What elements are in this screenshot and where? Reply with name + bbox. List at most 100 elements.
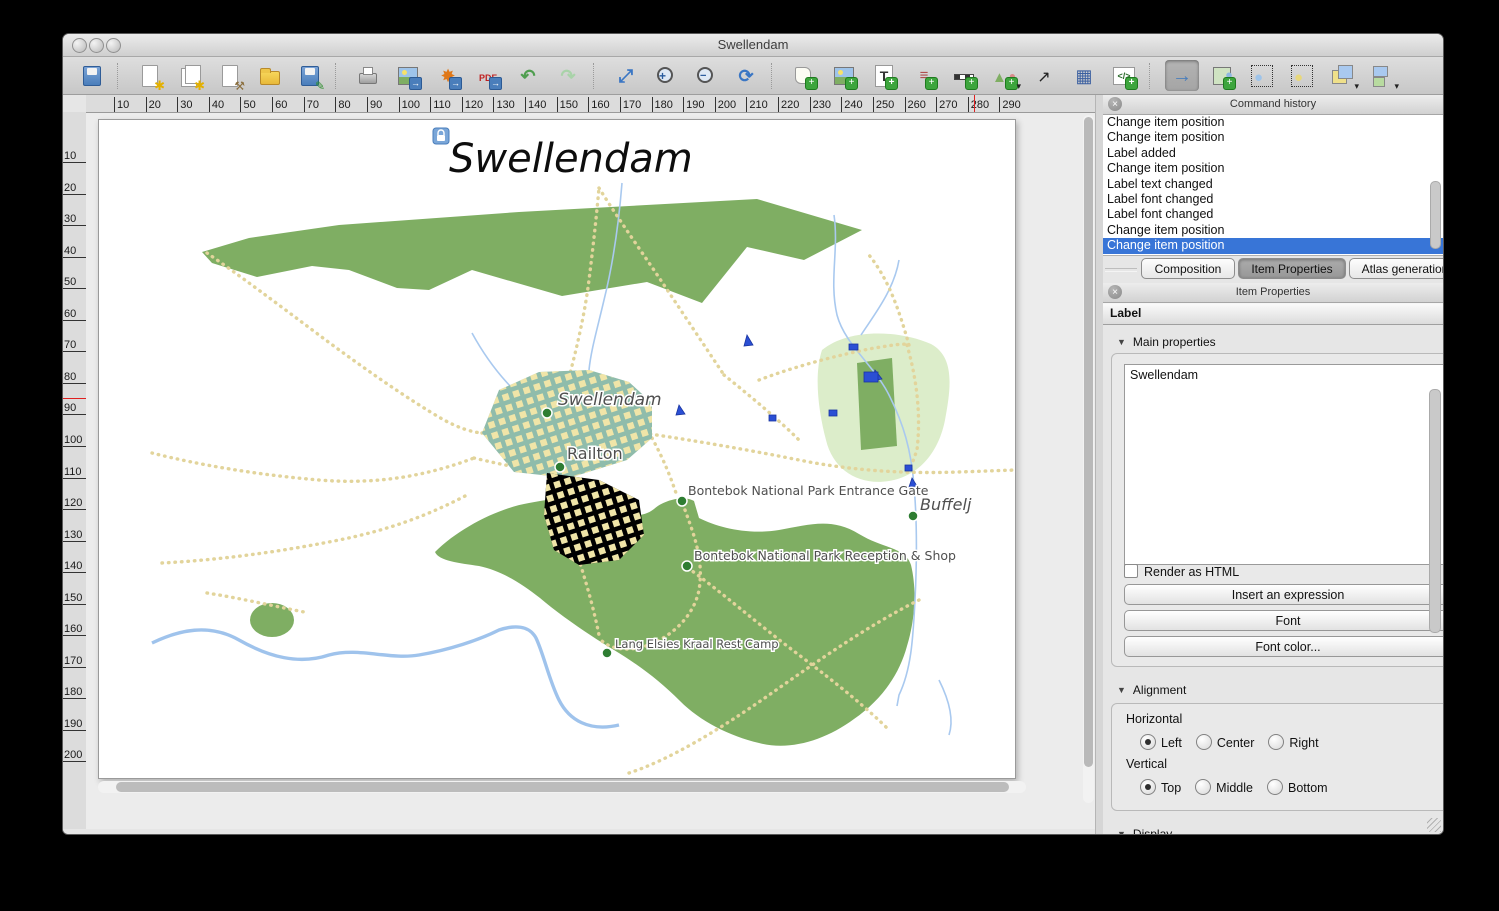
tab-atlas-generation[interactable]: Atlas generation bbox=[1349, 258, 1444, 279]
ruler-tick bbox=[114, 97, 115, 112]
star-badge-icon bbox=[194, 79, 205, 92]
command-history-scrollbar[interactable] bbox=[1430, 181, 1441, 249]
save-as-template-button[interactable] bbox=[293, 60, 327, 91]
composition-manager-button[interactable] bbox=[213, 60, 247, 91]
command-history-item[interactable]: Change item position bbox=[1103, 238, 1443, 253]
ruler-tick bbox=[557, 97, 558, 112]
print-button[interactable] bbox=[351, 60, 385, 91]
zoom-in-button[interactable] bbox=[649, 60, 683, 91]
tab-item-properties[interactable]: Item Properties bbox=[1238, 258, 1346, 279]
undo-button[interactable] bbox=[511, 60, 545, 91]
ungroup-items-button[interactable] bbox=[1285, 60, 1319, 91]
horizontal-radio-left[interactable]: Left bbox=[1140, 734, 1182, 750]
horizontal-radio-right[interactable]: Right bbox=[1268, 734, 1318, 750]
ruler-tick-label: 120 bbox=[465, 99, 483, 111]
ruler-tick-label: 110 bbox=[433, 99, 451, 111]
ruler-top: 1020304050607080901001101201301401501601… bbox=[86, 95, 1095, 113]
add-new-map-button[interactable] bbox=[787, 60, 821, 91]
command-history-title: Command history bbox=[1103, 98, 1443, 110]
map-north-forest bbox=[202, 199, 862, 303]
add-attribute-table-button[interactable] bbox=[1067, 60, 1101, 91]
ruler-tick: 110 bbox=[63, 466, 86, 479]
command-history-item[interactable]: Label text changed bbox=[1103, 177, 1443, 192]
canvas-horizontal-scrollbar[interactable] bbox=[98, 781, 1026, 793]
alignment-collapse[interactable]: ▼Alignment bbox=[1117, 683, 1186, 697]
ruler-tick: 190 bbox=[63, 718, 86, 731]
select-move-item-button[interactable] bbox=[1165, 60, 1199, 91]
save-project-button[interactable] bbox=[75, 60, 109, 91]
command-history-item[interactable]: Change item position bbox=[1103, 223, 1443, 238]
add-scalebar-icon bbox=[952, 64, 976, 88]
composer-canvas[interactable]: Swellendam SwellendamRailtonBontebok Nat… bbox=[86, 113, 1095, 829]
refresh-view-button[interactable] bbox=[729, 60, 763, 91]
horizontal-radio-group: Left Center Right bbox=[1140, 734, 1319, 750]
radio-icon bbox=[1268, 734, 1284, 750]
raise-selected-items-icon bbox=[1330, 64, 1354, 88]
ruler-tick bbox=[209, 97, 210, 112]
font-button[interactable]: Font bbox=[1124, 610, 1443, 631]
vertical-radio-middle[interactable]: Middle bbox=[1195, 779, 1253, 795]
ruler-tick-label: 60 bbox=[275, 99, 287, 111]
command-history-item[interactable]: Change item position bbox=[1103, 130, 1443, 145]
tabbar-line-left bbox=[1105, 268, 1137, 272]
raise-selected-items-button[interactable] bbox=[1325, 60, 1359, 91]
insert-expression-button[interactable]: Insert an expression bbox=[1124, 584, 1443, 605]
item-properties-title: Item Properties bbox=[1103, 286, 1443, 298]
add-image-button[interactable] bbox=[827, 60, 861, 91]
display-collapse[interactable]: ▼Display bbox=[1117, 827, 1172, 835]
vertical-radio-bottom[interactable]: Bottom bbox=[1267, 779, 1328, 795]
command-history-item[interactable]: Label font changed bbox=[1103, 207, 1443, 222]
plus-badge-icon bbox=[1223, 77, 1236, 90]
zoom-out-button[interactable] bbox=[689, 60, 723, 91]
add-arrow-button[interactable] bbox=[1027, 60, 1061, 91]
duplicate-composition-button[interactable] bbox=[173, 60, 207, 91]
toolbar bbox=[63, 57, 1443, 95]
tab-composition[interactable]: Composition bbox=[1141, 258, 1235, 279]
poi-dot bbox=[555, 462, 565, 472]
export-as-svg-button[interactable] bbox=[431, 60, 465, 91]
open-template-button[interactable] bbox=[253, 60, 287, 91]
ruler-tick: 200 bbox=[63, 749, 86, 762]
composition-page[interactable]: Swellendam SwellendamRailtonBontebok Nat… bbox=[98, 119, 1016, 779]
horizontal-radio-center[interactable]: Center bbox=[1196, 734, 1255, 750]
toolbar-separator bbox=[771, 63, 779, 89]
main-properties-collapse[interactable]: ▼Main properties bbox=[1117, 335, 1216, 349]
plus-badge-icon bbox=[1125, 77, 1138, 90]
canvas-hscroll-thumb[interactable] bbox=[116, 782, 1009, 792]
add-html-frame-button[interactable] bbox=[1107, 60, 1141, 91]
toolbar-separator bbox=[593, 63, 601, 89]
canvas-vscroll-thumb[interactable] bbox=[1084, 117, 1093, 767]
add-scalebar-button[interactable] bbox=[947, 60, 981, 91]
label-text-area[interactable]: Swellendam bbox=[1124, 364, 1443, 565]
export-as-pdf-button[interactable] bbox=[471, 60, 505, 91]
new-composition-button[interactable] bbox=[133, 60, 167, 91]
group-items-button[interactable] bbox=[1245, 60, 1279, 91]
horizontal-radio-label: Center bbox=[1217, 736, 1255, 750]
align-selected-items-button[interactable] bbox=[1365, 60, 1399, 91]
canvas-vertical-scrollbar[interactable] bbox=[1083, 115, 1094, 803]
ruler-tick: 40 bbox=[63, 245, 86, 258]
font-color-button[interactable]: Font color... bbox=[1124, 636, 1443, 657]
render-as-html-checkbox[interactable] bbox=[1124, 564, 1138, 578]
vertical-radio-top[interactable]: Top bbox=[1140, 779, 1181, 795]
resize-grip[interactable] bbox=[1427, 818, 1441, 832]
command-history-item[interactable]: Label font changed bbox=[1103, 192, 1443, 207]
redo-button[interactable] bbox=[551, 60, 585, 91]
item-properties-scrollbar[interactable] bbox=[1429, 389, 1441, 633]
ruler-tick-label: 190 bbox=[686, 99, 704, 111]
page-title-label[interactable]: Swellendam bbox=[449, 136, 693, 182]
map-item[interactable]: Swellendam SwellendamRailtonBontebok Nat… bbox=[99, 120, 1015, 778]
zoom-full-button[interactable] bbox=[609, 60, 643, 91]
export-as-image-button[interactable] bbox=[391, 60, 425, 91]
ruler-tick-label: 40 bbox=[212, 99, 224, 111]
ruler-tick: 90 bbox=[63, 402, 86, 415]
command-history-item[interactable]: Change item position bbox=[1103, 115, 1443, 130]
move-item-content-button[interactable] bbox=[1205, 60, 1239, 91]
command-history-item[interactable]: Change item position bbox=[1103, 161, 1443, 176]
move-item-content-icon bbox=[1210, 64, 1234, 88]
add-label-button[interactable] bbox=[867, 60, 901, 91]
command-history-item[interactable]: Label added bbox=[1103, 146, 1443, 161]
add-legend-button[interactable] bbox=[907, 60, 941, 91]
horizontal-label: Horizontal bbox=[1126, 712, 1182, 726]
add-shape-button[interactable] bbox=[987, 60, 1021, 91]
